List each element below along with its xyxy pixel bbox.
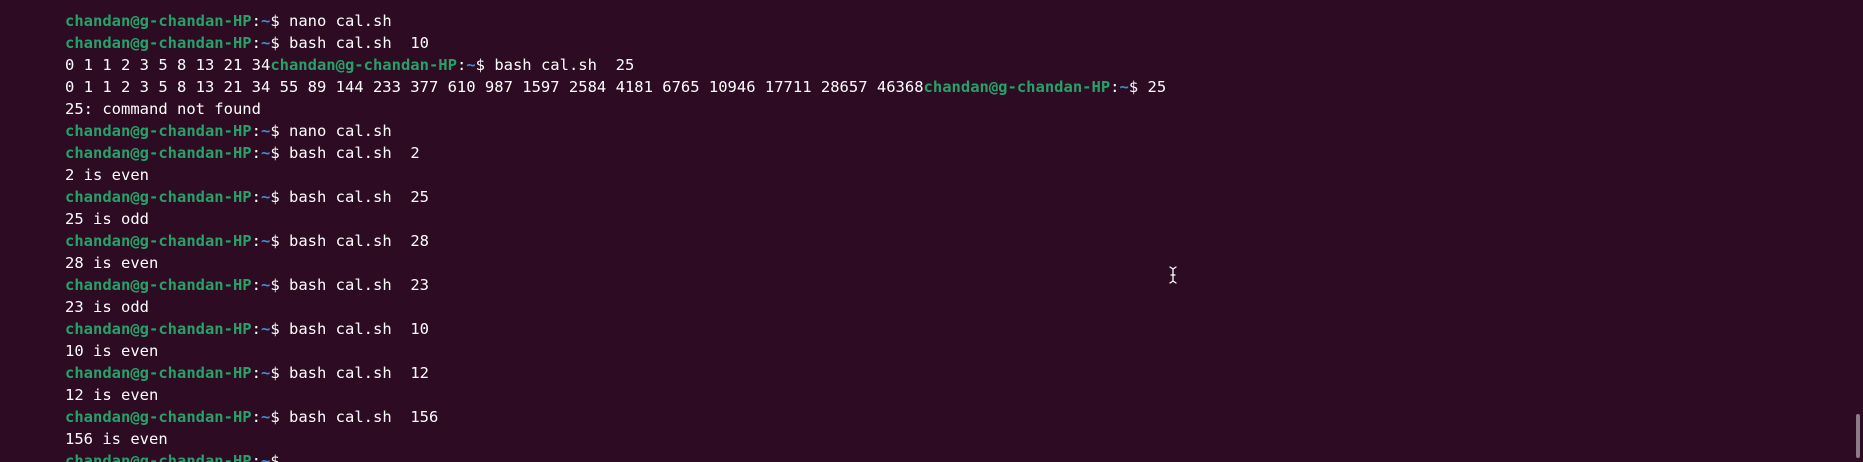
vertical-scrollbar[interactable]: [1849, 0, 1863, 462]
terminal-line: chandan@g-chandan-HP:~$ bash cal.sh 25: [9, 164, 1843, 206]
prompt-separator: :: [251, 12, 261, 30]
output-text: 10 is even: [65, 342, 159, 360]
prompt-separator: :: [251, 122, 261, 140]
prompt-separator: :: [251, 188, 261, 206]
command-text: bash cal.sh 25: [279, 188, 429, 206]
terminal-line: chandan@g-chandan-HP:~$ bash cal.sh 12: [9, 340, 1843, 382]
prompt-path: ~: [466, 56, 476, 74]
prompt-path: ~: [260, 34, 271, 52]
prompt-dollar: $: [270, 364, 280, 382]
prompt-user: chandan@g-chandan-HP: [65, 408, 252, 426]
terminal-line: chandan@g-chandan-HP:~$ bash cal.sh 156: [9, 384, 1843, 426]
prompt-user: chandan@g-chandan-HP: [65, 122, 252, 140]
prompt-dollar: $: [270, 188, 280, 206]
prompt-user: chandan@g-chandan-HP: [65, 320, 252, 338]
output-text: 28 is even: [65, 254, 159, 272]
prompt-separator: :: [1110, 78, 1120, 96]
output-text: 25 is odd: [65, 210, 149, 228]
command-text: bash cal.sh 23: [279, 276, 429, 294]
output-text: 156 is even: [65, 430, 168, 448]
prompt-path: ~: [260, 408, 271, 426]
output-text: 0 1 1 2 3 5 8 13 21 34 55 89 144 233 377…: [65, 78, 924, 96]
prompt-separator: :: [251, 364, 261, 382]
prompt-separator: :: [251, 320, 261, 338]
prompt-path: ~: [260, 364, 271, 382]
command-text: bash cal.sh 156: [279, 408, 439, 426]
prompt-separator: :: [251, 144, 261, 162]
command-text: bash cal.sh 2: [279, 144, 420, 162]
prompt-user: chandan@g-chandan-HP: [65, 276, 252, 294]
prompt-path: ~: [260, 144, 271, 162]
prompt-dollar: $: [270, 12, 280, 30]
output-text: 12 is even: [65, 386, 159, 404]
prompt-dollar: $: [270, 34, 280, 52]
prompt-separator: :: [251, 408, 261, 426]
prompt-dollar: $: [270, 320, 280, 338]
prompt-user: chandan@g-chandan-HP: [65, 232, 252, 250]
prompt-separator: :: [251, 34, 261, 52]
prompt-dollar: $: [270, 276, 280, 294]
command-input[interactable]: [280, 452, 289, 462]
command-text: bash cal.sh 25: [484, 56, 635, 74]
prompt-path: ~: [1119, 78, 1129, 96]
prompt-path: ~: [260, 452, 271, 462]
terminal-line: chandan@g-chandan-HP:~$ bash cal.sh 10: [9, 296, 1843, 338]
prompt-user: chandan@g-chandan-HP: [65, 144, 252, 162]
prompt-user: chandan@g-chandan-HP: [65, 364, 252, 382]
prompt-dollar: $: [270, 408, 280, 426]
prompt-user: chandan@g-chandan-HP: [65, 12, 252, 30]
output-text: 23 is odd: [65, 298, 149, 316]
text-cursor: [289, 453, 298, 462]
terminal-line: chandan@g-chandan-HP:~$ bash cal.sh 28: [9, 208, 1843, 250]
output-text: 2 is even: [65, 166, 149, 184]
prompt-path: ~: [260, 320, 271, 338]
prompt-separator: :: [251, 452, 261, 462]
command-text: bash cal.sh 12: [279, 364, 429, 382]
prompt-dollar: $: [270, 452, 280, 462]
i-beam-cursor-icon: [1169, 266, 1177, 284]
prompt-path: ~: [260, 122, 271, 140]
output-text: 25: command not found: [65, 100, 261, 118]
terminal-line: chandan@g-chandan-HP:~$ nano cal.sh: [9, 0, 1843, 30]
command-text: bash cal.sh 10: [279, 320, 429, 338]
prompt-user: chandan@g-chandan-HP: [65, 188, 252, 206]
prompt-separator: :: [251, 232, 261, 250]
terminal-line: chandan@g-chandan-HP:~$ nano cal.sh: [9, 98, 1843, 140]
prompt-path: ~: [260, 12, 271, 30]
prompt-user: chandan@g-chandan-HP: [65, 34, 252, 52]
prompt-separator: :: [456, 56, 467, 74]
command-text: nano cal.sh: [279, 122, 392, 140]
prompt-path: ~: [260, 276, 271, 294]
prompt-dollar: $: [475, 56, 485, 74]
prompt-user: chandan@g-chandan-HP: [65, 452, 252, 462]
terminal-output: chandan@g-chandan-HP:~$ nano cal.sh chan…: [9, 0, 1843, 462]
command-text: bash cal.sh 10: [279, 34, 429, 52]
terminal-line: chandan@g-chandan-HP:~$ bash cal.sh 23: [9, 252, 1843, 294]
command-text: nano cal.sh: [279, 12, 392, 30]
prompt-dollar: $: [270, 144, 280, 162]
output-text: 0 1 1 2 3 5 8 13 21 34: [65, 56, 271, 74]
prompt-dollar: $: [270, 232, 280, 250]
prompt-dollar: $: [270, 122, 280, 140]
terminal-window[interactable]: chandan@g-chandan-HP:~$ nano cal.sh chan…: [0, 0, 1863, 462]
terminal-line-active[interactable]: chandan@g-chandan-HP:~$: [9, 428, 1843, 462]
prompt-path: ~: [260, 188, 271, 206]
prompt-path: ~: [260, 232, 271, 250]
prompt-separator: :: [251, 276, 261, 294]
scrollbar-thumb[interactable]: [1856, 414, 1860, 458]
command-text: bash cal.sh 28: [279, 232, 429, 250]
command-text: 25: [1138, 78, 1167, 96]
prompt-user: chandan@g-chandan-HP: [923, 78, 1111, 96]
prompt-dollar: $: [1128, 78, 1139, 96]
prompt-user: chandan@g-chandan-HP: [270, 56, 457, 74]
